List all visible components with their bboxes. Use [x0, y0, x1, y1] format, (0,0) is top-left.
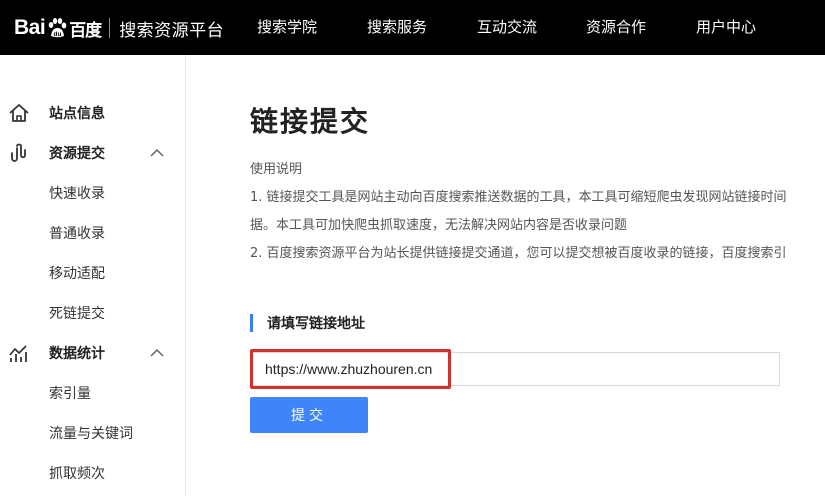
- sidebar-item-mobile-adapt[interactable]: 移动适配: [49, 263, 105, 283]
- sidebar-group-label: 数据统计: [49, 346, 105, 362]
- sidebar-group-site-info[interactable]: 站点信息: [0, 93, 185, 133]
- stats-icon: [9, 345, 27, 362]
- page-title: 链接提交: [250, 105, 371, 138]
- url-section-label: 请填写链接地址: [250, 314, 365, 332]
- nav-resource-cooperation[interactable]: 资源合作: [586, 0, 646, 55]
- submit-button[interactable]: 提交: [250, 397, 368, 433]
- sidebar-item-crawl-frequency[interactable]: 抓取频次: [49, 463, 105, 483]
- link-submit-icon: [11, 143, 26, 162]
- chevron-up-icon[interactable]: [149, 348, 165, 358]
- main-content: 链接提交 使用说明 1. 链接提交工具是网站主动向百度搜索推送数据的工具，本工具…: [187, 55, 825, 496]
- sidebar-item-dead-link[interactable]: 死链提交: [49, 303, 105, 323]
- sidebar-group-label: 资源提交: [49, 146, 105, 162]
- nav-search-academy[interactable]: 搜索学院: [257, 0, 317, 55]
- logo-text-latin: Bai: [14, 16, 46, 39]
- paw-icon: du: [48, 18, 67, 38]
- description-line: 1. 链接提交工具是网站主动向百度搜索推送数据的工具，本工具可缩短爬虫发现网站链…: [250, 190, 787, 205]
- description-line: 据。本工具可加快爬虫抓取速度，无法解决网站内容是否收录问题: [250, 218, 628, 233]
- section-label-text: 请填写链接地址: [267, 316, 365, 332]
- sidebar-item-traffic-keywords[interactable]: 流量与关键词: [49, 423, 133, 443]
- usage-heading: 使用说明: [250, 162, 303, 177]
- top-navigation-bar: Bai du 百度 搜索资源平台 搜索学院 搜索服务 互动交流 资源合作 用户中…: [0, 0, 825, 55]
- sidebar-group-label: 站点信息: [49, 106, 105, 122]
- sidebar-item-fast-index[interactable]: 快速收录: [49, 183, 105, 203]
- logo-divider: [109, 18, 111, 38]
- sidebar-item-index-volume[interactable]: 索引量: [49, 383, 91, 403]
- description-line: 2. 百度搜索资源平台为站长提供链接提交通道，您可以提交想被百度收录的链接，百度…: [250, 246, 787, 261]
- url-input[interactable]: [250, 352, 780, 386]
- logo-text-cn: 百度: [69, 20, 102, 41]
- platform-name: 搜索资源平台: [119, 20, 225, 41]
- nav-user-center[interactable]: 用户中心: [696, 0, 756, 55]
- nav-interaction[interactable]: 互动交流: [477, 0, 537, 55]
- sidebar: 站点信息 资源提交 快速收录 普通收录 移动适配 死链提交 数据统计 索引量 流…: [0, 55, 186, 496]
- sidebar-item-normal-index[interactable]: 普通收录: [49, 223, 105, 243]
- sidebar-group-data-stats[interactable]: 数据统计: [0, 333, 185, 373]
- home-icon: [9, 104, 29, 122]
- sidebar-group-resource-submit[interactable]: 资源提交: [0, 133, 185, 173]
- svg-text:du: du: [54, 31, 62, 38]
- chevron-up-icon[interactable]: [149, 148, 165, 158]
- section-accent-bar: [250, 314, 253, 332]
- nav-search-services[interactable]: 搜索服务: [367, 0, 427, 55]
- baidu-logo[interactable]: Bai du 百度 搜索资源平台: [14, 13, 224, 43]
